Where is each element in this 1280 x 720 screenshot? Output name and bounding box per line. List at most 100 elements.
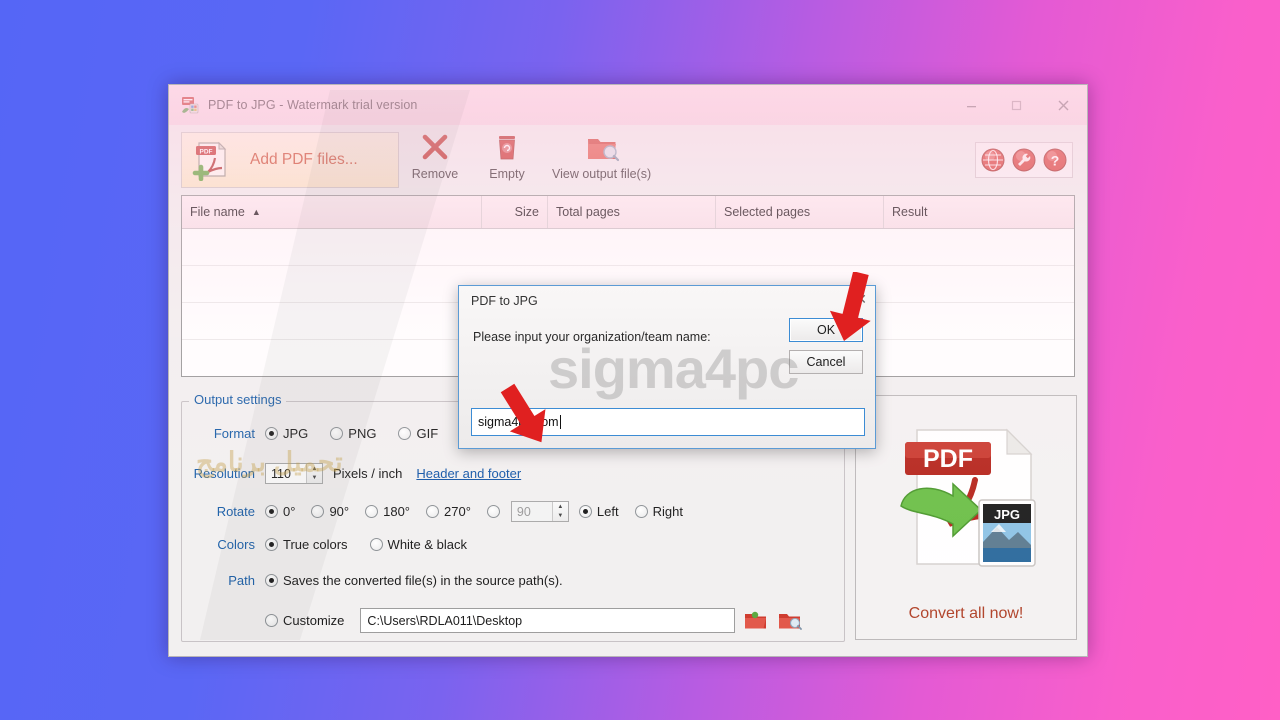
table-row[interactable] bbox=[182, 229, 1074, 266]
rotate-option-90-label: 90° bbox=[329, 504, 350, 519]
question-mark-icon: ? bbox=[1043, 148, 1067, 172]
rotate-row: Rotate 0° 90° 180° 270° 90 ▲ ▼ Left Righ… bbox=[181, 501, 689, 522]
resolution-spinner-arrows[interactable]: ▲ ▼ bbox=[306, 464, 322, 483]
column-header-total-pages-label: Total pages bbox=[556, 205, 620, 219]
path-option-source-label: Saves the converted file(s) in the sourc… bbox=[283, 573, 563, 588]
window-title: PDF to JPG - Watermark trial version bbox=[208, 98, 418, 112]
toolbar: PDF Add PDF files... Remove Empty View o… bbox=[169, 125, 1087, 195]
remove-label: Remove bbox=[411, 167, 459, 181]
wrench-icon bbox=[1012, 148, 1036, 172]
view-output-files-button[interactable]: View output file(s) bbox=[543, 131, 660, 189]
minimize-button[interactable] bbox=[949, 85, 994, 125]
rotate-direction-left-label: Left bbox=[596, 504, 619, 519]
format-option-jpg-label: JPG bbox=[283, 426, 309, 441]
spinner-up-icon[interactable]: ▲ bbox=[553, 502, 568, 512]
radio-dot-icon bbox=[265, 505, 278, 518]
empty-button[interactable]: Empty bbox=[471, 131, 543, 189]
convert-to-format-label: JPG bbox=[993, 507, 1019, 522]
help-button[interactable]: ? bbox=[1041, 146, 1069, 174]
dialog-title: PDF to JPG bbox=[471, 294, 538, 308]
radio-dot-icon bbox=[265, 614, 278, 627]
colors-label: Colors bbox=[217, 537, 255, 552]
radio-dot-icon bbox=[311, 505, 325, 518]
customize-path-value: C:\Users\RDLA011\Desktop bbox=[367, 613, 523, 628]
trash-bin-icon bbox=[499, 136, 515, 160]
column-header-selected-pages-label: Selected pages bbox=[724, 205, 811, 219]
app-icon bbox=[181, 96, 199, 114]
close-button[interactable] bbox=[1039, 85, 1087, 125]
resolution-unit-label: Pixels / inch bbox=[333, 466, 403, 481]
format-option-png[interactable]: PNG bbox=[330, 426, 376, 441]
rotate-option-270-label: 270° bbox=[444, 504, 471, 519]
rotate-option-180[interactable]: 180° bbox=[365, 504, 410, 519]
format-option-gif-label: GIF bbox=[416, 426, 439, 441]
format-option-jpg[interactable]: JPG bbox=[265, 426, 308, 441]
open-folder-icon bbox=[745, 611, 767, 629]
rotate-option-90[interactable]: 90° bbox=[311, 504, 349, 519]
svg-text:PDF: PDF bbox=[200, 148, 213, 155]
rotate-custom-stepper[interactable]: 90 ▲ ▼ bbox=[510, 501, 569, 522]
pdf-to-jpg-convert-icon: PDF JPG bbox=[899, 428, 1036, 567]
rotate-custom-value[interactable]: 90 bbox=[512, 502, 552, 521]
resolution-row: Resolution 110 ▲ ▼ Pixels / inch Header … bbox=[181, 463, 521, 484]
column-header-selected-pages[interactable]: Selected pages bbox=[716, 196, 884, 228]
spinner-down-icon[interactable]: ▼ bbox=[307, 474, 322, 484]
column-header-result-label: Result bbox=[892, 205, 928, 219]
radio-dot-icon bbox=[330, 427, 344, 440]
customize-path-input[interactable]: C:\Users\RDLA011\Desktop bbox=[360, 608, 736, 633]
column-header-total-pages[interactable]: Total pages bbox=[548, 196, 716, 228]
view-output-files-label: View output file(s) bbox=[552, 167, 652, 181]
globe-button[interactable] bbox=[979, 146, 1007, 174]
path-option-source[interactable]: Saves the converted file(s) in the sourc… bbox=[265, 573, 563, 588]
red-x-icon bbox=[422, 134, 448, 160]
folder-search-icon bbox=[779, 614, 803, 630]
header-and-footer-link[interactable]: Header and footer bbox=[416, 466, 521, 481]
rotate-direction-right-label: Right bbox=[652, 504, 683, 519]
radio-dot-icon bbox=[265, 538, 278, 551]
rotate-option-270[interactable]: 270° bbox=[426, 504, 471, 519]
folder-search-icon bbox=[587, 139, 619, 162]
column-header-result[interactable]: Result bbox=[884, 196, 1074, 228]
rotate-direction-left[interactable]: Left bbox=[578, 504, 619, 519]
tools-button[interactable] bbox=[1010, 146, 1038, 174]
rotate-direction-right[interactable]: Right bbox=[634, 504, 683, 519]
globe-icon bbox=[981, 148, 1005, 172]
colors-option-true-colors[interactable]: True colors bbox=[265, 537, 348, 552]
path-option-customize[interactable]: Customize bbox=[265, 613, 344, 628]
browse-folder-button[interactable] bbox=[743, 609, 769, 633]
column-header-size[interactable]: Size bbox=[482, 196, 548, 228]
spinner-up-icon[interactable]: ▲ bbox=[307, 464, 322, 474]
organization-name-input[interactable]: sigma4pc.com bbox=[471, 408, 865, 436]
add-pdf-files-button[interactable]: PDF Add PDF files... bbox=[181, 132, 399, 188]
path-label: Path bbox=[228, 573, 255, 588]
window-controls bbox=[949, 85, 1087, 125]
convert-all-now-label: Convert all now! bbox=[908, 605, 1024, 622]
format-option-gif[interactable]: GIF bbox=[398, 426, 438, 441]
dialog-prompt-text: Please input your organization/team name… bbox=[473, 330, 711, 344]
radio-dot-icon bbox=[398, 427, 412, 440]
spinner-down-icon[interactable]: ▼ bbox=[553, 512, 568, 522]
rotate-spinner-arrows[interactable]: ▲ ▼ bbox=[551, 502, 568, 522]
rotate-option-custom[interactable] bbox=[486, 505, 505, 518]
cancel-button[interactable]: Cancel bbox=[789, 350, 863, 374]
dialog-close-icon[interactable]: ✕ bbox=[855, 291, 867, 308]
file-list-header: File name ▲ Size Total pages Selected pa… bbox=[182, 196, 1074, 229]
column-header-file-name-label: File name bbox=[190, 205, 245, 219]
utility-button-group: ? bbox=[975, 142, 1073, 178]
rotate-option-0[interactable]: 0° bbox=[265, 504, 295, 519]
colors-option-true-colors-label: True colors bbox=[283, 537, 348, 552]
open-output-folder-button[interactable] bbox=[777, 609, 803, 633]
path-source-row: Path Saves the converted file(s) in the … bbox=[181, 573, 569, 588]
remove-button[interactable]: Remove bbox=[399, 131, 471, 189]
maximize-button[interactable] bbox=[994, 85, 1039, 125]
path-option-customize-label: Customize bbox=[283, 613, 345, 628]
pdf-to-jpg-window: PDF to JPG - Watermark trial version PDF… bbox=[168, 84, 1088, 657]
column-header-file-name[interactable]: File name ▲ bbox=[182, 196, 482, 228]
colors-option-white-black[interactable]: White & black bbox=[369, 537, 467, 552]
resolution-stepper[interactable]: 110 ▲ ▼ bbox=[265, 463, 323, 484]
ok-button[interactable]: OK bbox=[789, 318, 863, 342]
rotate-option-180-label: 180° bbox=[383, 504, 410, 519]
resolution-value[interactable]: 110 bbox=[266, 464, 306, 483]
convert-panel[interactable]: PDF JPG Convert all now! bbox=[855, 395, 1077, 640]
radio-dot-icon bbox=[369, 538, 383, 551]
